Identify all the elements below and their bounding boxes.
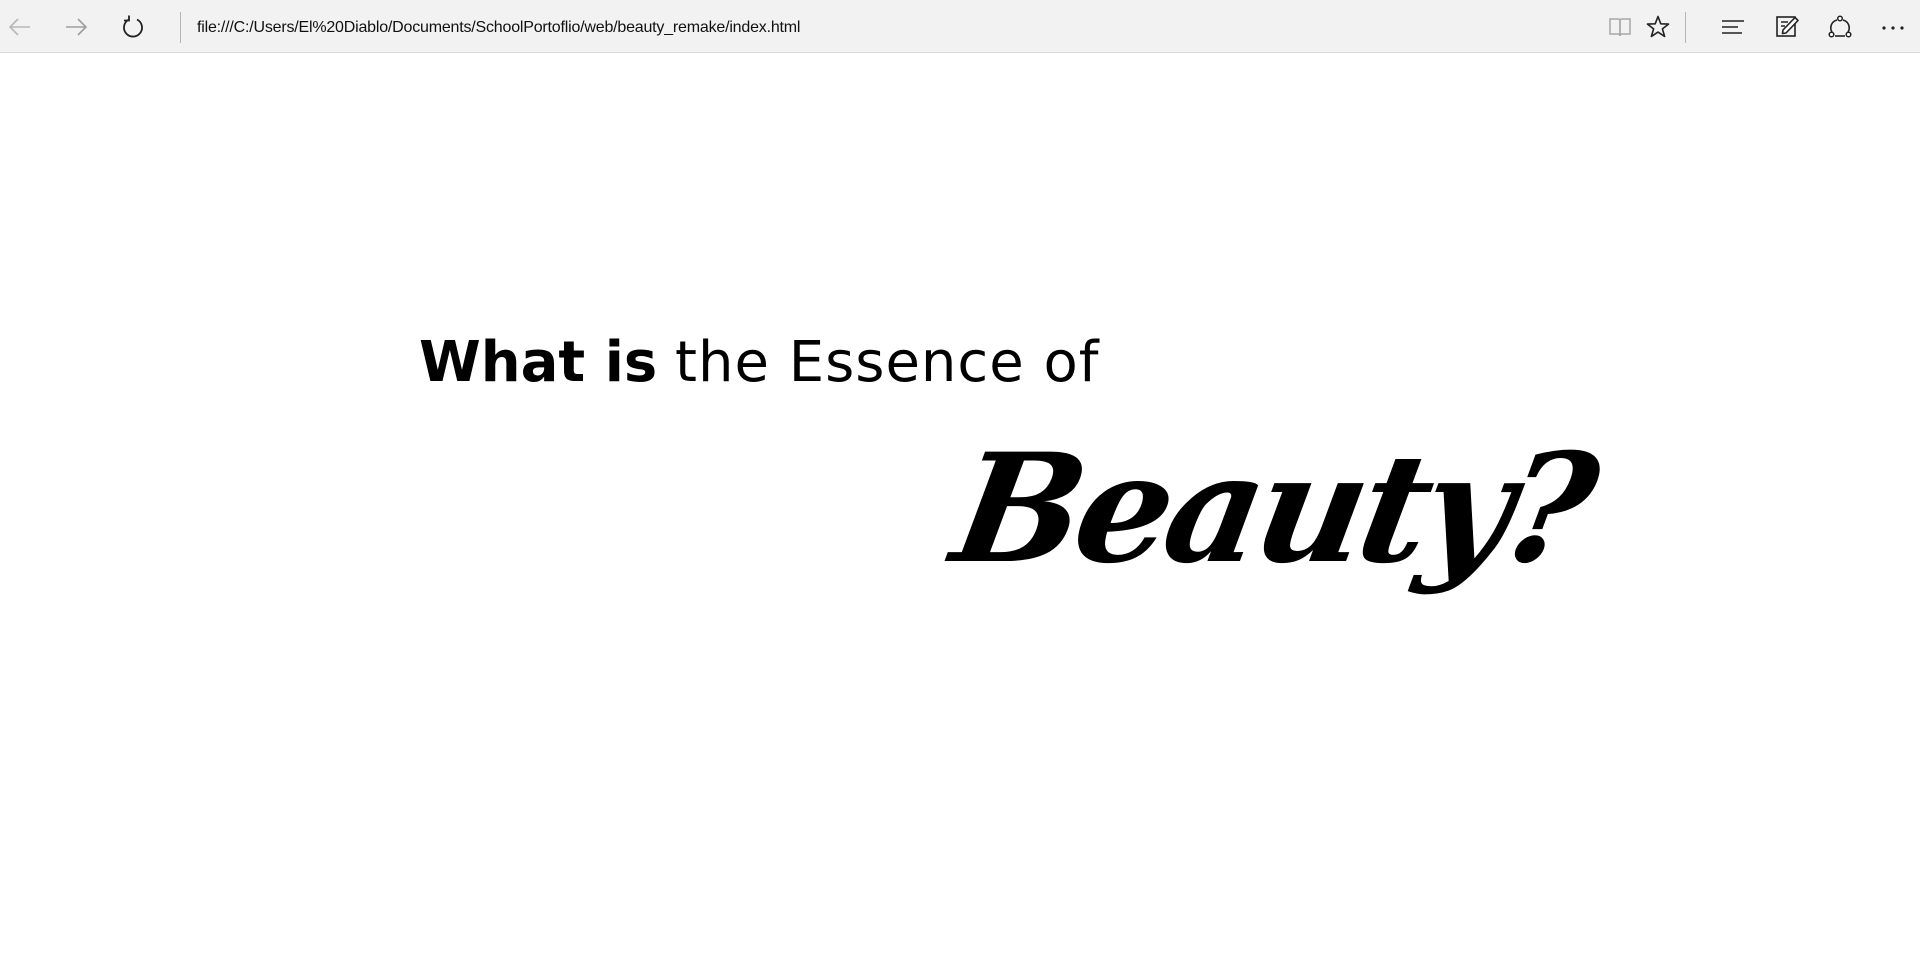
address-bar[interactable]: file:///C:/Users/El%20Diablo/Documents/S… — [197, 0, 800, 53]
share-icon — [1827, 14, 1853, 40]
headline-rest: the Essence of — [675, 330, 1100, 395]
toolbar-divider-right — [1685, 12, 1686, 43]
reading-view-button[interactable] — [1600, 7, 1640, 47]
forward-button[interactable] — [56, 7, 96, 47]
back-arrow-icon — [7, 14, 33, 40]
headline: What is the Essence of — [419, 335, 1099, 391]
hub-button[interactable] — [1713, 7, 1753, 47]
star-icon — [1645, 14, 1671, 40]
reading-view-icon — [1607, 14, 1633, 40]
more-button[interactable] — [1873, 7, 1913, 47]
hub-icon — [1720, 14, 1746, 40]
web-note-icon — [1774, 14, 1800, 40]
share-button[interactable] — [1820, 7, 1860, 47]
headline-bold: What is — [419, 330, 658, 395]
forward-arrow-icon — [63, 14, 89, 40]
address-text: file:///C:/Users/El%20Diablo/Documents/S… — [197, 19, 801, 36]
back-button[interactable] — [0, 7, 40, 47]
refresh-button[interactable] — [113, 7, 153, 47]
browser-toolbar: file:///C:/Users/El%20Diablo/Documents/S… — [0, 0, 1920, 53]
web-note-button[interactable] — [1767, 7, 1807, 47]
toolbar-divider — [180, 12, 181, 43]
beauty-script-title: Beauty? — [941, 421, 1604, 597]
more-icon — [1880, 14, 1906, 40]
favorite-button[interactable] — [1638, 7, 1678, 47]
refresh-icon — [120, 14, 146, 40]
page-content: What is the Essence of Beauty? — [0, 54, 1920, 960]
